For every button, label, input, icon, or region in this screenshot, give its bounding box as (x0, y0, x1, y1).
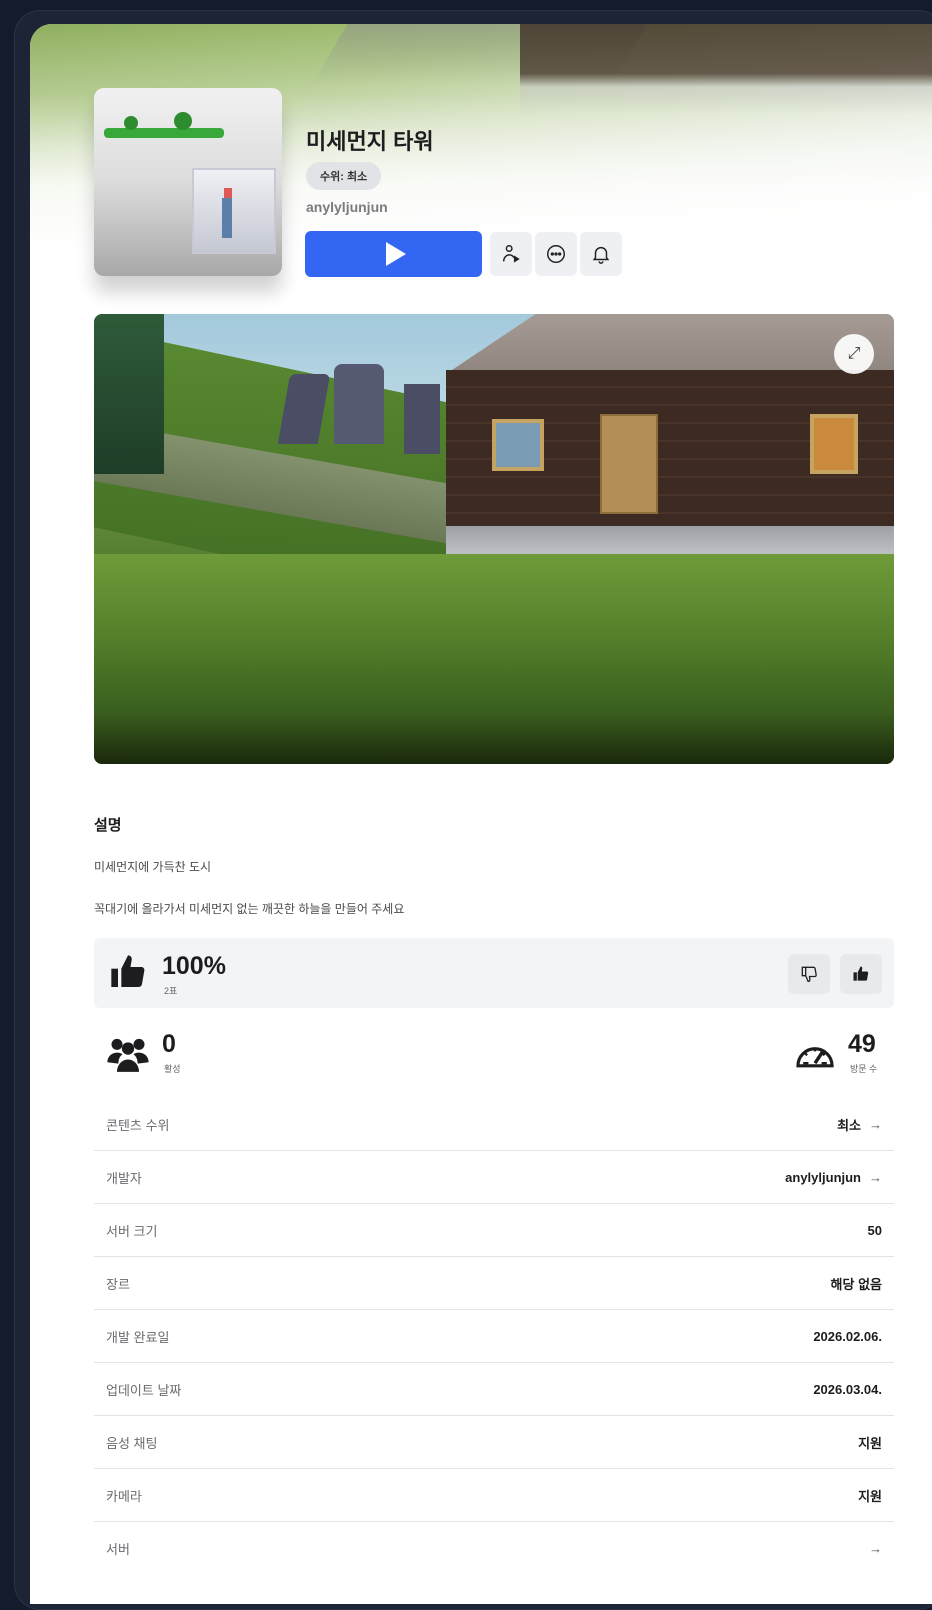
stats-row: 0 활성 49 방문 수 (94, 1024, 894, 1084)
info-value-text: 지원 (858, 1488, 882, 1504)
more-icon (547, 245, 565, 263)
thumbnail-tree (174, 112, 192, 130)
screenshot-house-window (810, 414, 858, 474)
active-players-label: 활성 (164, 1064, 181, 1074)
play-button[interactable] (305, 231, 482, 277)
thumbnail-tower (222, 198, 232, 238)
maturity-badge[interactable]: 수위: 최소 (306, 162, 382, 190)
info-value-text: 지원 (858, 1435, 882, 1451)
info-key: 음성 채팅 (106, 1435, 158, 1451)
thumbs-up-filled-icon (853, 966, 869, 981)
join-friend-button[interactable] (490, 232, 532, 276)
screenshot-house-door (600, 414, 658, 514)
info-row-updated: 업데이트 날짜 2026.03.04. (94, 1363, 894, 1416)
description-line: 미세먼지에 가득찬 도시 (94, 860, 212, 874)
info-row-server-size: 서버 크기 50 (94, 1204, 894, 1257)
info-row-maturity[interactable]: 콘텐츠 수위 최소 → (94, 1098, 894, 1151)
game-thumbnail (94, 88, 282, 276)
thumbs-up-icon (111, 955, 145, 988)
visits-count: 49 (848, 1030, 876, 1058)
rating-percent: 100% (162, 952, 226, 980)
game-screenshot[interactable]: ⤢ (94, 314, 894, 764)
hero-house-decoration (520, 24, 932, 114)
expand-icon: ⤢ (847, 345, 861, 362)
screenshot-rock (404, 384, 440, 454)
info-value: 지원 (858, 1486, 882, 1505)
info-key: 장르 (106, 1276, 130, 1292)
rating-votes: 2표 (164, 986, 178, 996)
info-row-developer[interactable]: 개발자 anylyljunjun → (94, 1151, 894, 1204)
info-value: 2026.03.04. (813, 1382, 882, 1397)
info-row-servers[interactable]: 서버 → (94, 1522, 894, 1575)
info-key: 서버 크기 (106, 1223, 158, 1239)
thumbnail-flag (224, 188, 232, 198)
play-icon (385, 242, 406, 266)
notify-button[interactable] (580, 232, 622, 276)
rating-panel: 100% 2표 (94, 938, 894, 1008)
visits-label: 방문 수 (850, 1064, 878, 1074)
group-icon (107, 1038, 149, 1072)
info-row-created: 개발 완료일 2026.02.06. (94, 1310, 894, 1363)
info-value-text: 2026.03.04. (813, 1381, 882, 1397)
info-key: 서버 (106, 1542, 130, 1557)
info-value: 50 (868, 1223, 882, 1238)
info-value: 2026.02.06. (813, 1329, 882, 1344)
like-button[interactable] (840, 954, 882, 994)
game-title: 미세먼지 타워 (306, 129, 434, 154)
info-row-genre: 장르 해당 없음 (94, 1257, 894, 1310)
info-value-text: 해당 없음 (830, 1276, 882, 1292)
info-value: 해당 없음 (831, 1274, 882, 1293)
person-play-icon (502, 245, 520, 263)
info-key: 카메라 (106, 1488, 142, 1504)
thumbs-down-outline-icon (801, 966, 817, 983)
info-row-camera: 카메라 지원 (94, 1469, 894, 1522)
bell-icon (592, 246, 610, 264)
info-value-text: 최소 (837, 1117, 861, 1133)
info-value-text: anylyljunjun (785, 1169, 861, 1185)
info-value: → (869, 1541, 882, 1556)
info-value: 최소 → (837, 1115, 882, 1134)
description-heading: 설명 (94, 817, 122, 834)
creator-link[interactable]: anylyljunjun (306, 199, 388, 215)
thumbnail-grass (104, 128, 224, 138)
info-row-voice-chat: 음성 채팅 지원 (94, 1416, 894, 1469)
description-line: 꼭대기에 올라가서 미세먼지 없는 깨끗한 하늘을 만들어 주세요 (94, 902, 405, 916)
arrow-right-icon: → (869, 1116, 882, 1132)
active-players-count: 0 (162, 1030, 176, 1058)
screenshot-house-roof (446, 314, 894, 374)
expand-button[interactable]: ⤢ (834, 334, 874, 374)
screenshot-house-window (492, 419, 544, 471)
thumbnail-tower-box (192, 168, 276, 254)
screenshot-tree (94, 314, 164, 474)
info-value-text: 2026.02.06. (813, 1328, 882, 1344)
game-detail-card: 미세먼지 타워 수위: 최소 anylyljunjun ⤢ 설명 미세먼지에 가… (30, 24, 932, 1604)
info-key: 개발 완료일 (106, 1329, 170, 1345)
info-key: 개발자 (106, 1170, 142, 1186)
thumbnail-tree (124, 116, 138, 130)
screenshot-grass (94, 554, 894, 764)
more-options-button[interactable] (535, 232, 577, 276)
screenshot-rock (334, 364, 384, 444)
speedometer-icon (796, 1047, 834, 1068)
arrow-right-icon: → (869, 1541, 882, 1556)
info-key: 업데이트 날짜 (106, 1382, 182, 1398)
info-value: 지원 (858, 1433, 882, 1452)
info-key: 콘텐츠 수위 (106, 1117, 170, 1133)
info-value: anylyljunjun → (785, 1170, 882, 1185)
dislike-button[interactable] (788, 954, 830, 994)
info-value-text: 50 (867, 1222, 882, 1238)
arrow-right-icon: → (869, 1169, 882, 1185)
